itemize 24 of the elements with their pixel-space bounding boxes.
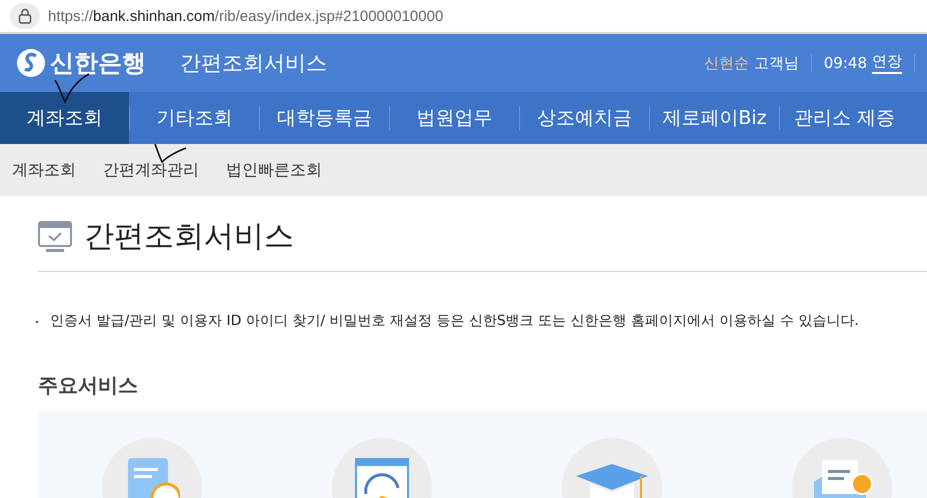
nav-tab[interactable]: 제로페이Biz — [650, 92, 779, 144]
section-title: 주요서비스 — [38, 372, 139, 399]
page-title: 간편조회서비스 — [84, 218, 294, 256]
session-timer: 09:48 — [824, 54, 867, 72]
bank-logo[interactable]: 신한은행 — [16, 47, 146, 79]
nav-tab[interactable]: 계좌조회 — [0, 92, 129, 144]
nav-tab[interactable]: 기타조회 — [130, 92, 259, 144]
sub-nav-link[interactable]: 간편계좌관리 — [103, 160, 199, 180]
nav-tab[interactable]: 대학등록금 — [260, 92, 389, 144]
user-name: 신현순 — [704, 54, 749, 72]
service-title: 간편조회서비스 — [180, 50, 327, 77]
nav-tab[interactable]: 관리소 제증 — [780, 92, 909, 144]
monitor-check-icon — [38, 220, 72, 252]
extend-link[interactable]: 연장 — [872, 52, 902, 74]
site-info-button[interactable] — [10, 3, 40, 29]
notice-text: 인증서 발급/관리 및 이용자 ID 아이디 찾기/ 비밀번호 재설정 등은 신한S뱅크 또는 신한은행 홈페이지에서 이용하실 수 있습니다. — [50, 312, 859, 330]
nav-tab[interactable]: 상조예치금 — [520, 92, 649, 144]
address-bar-url[interactable]: https://bank.shinhan.com/rib/easy/index.jsp#210000010000 — [48, 8, 444, 24]
sub-nav-link[interactable]: 법인빠른조회 — [226, 160, 322, 180]
sub-nav-link[interactable]: 계좌조회 — [12, 160, 76, 180]
nav-tab[interactable]: 법원업무 — [390, 92, 519, 144]
lock-icon — [18, 8, 32, 24]
user-suffix: 고객님 — [754, 54, 799, 72]
handwritten-checkmark-drawing — [152, 142, 188, 164]
